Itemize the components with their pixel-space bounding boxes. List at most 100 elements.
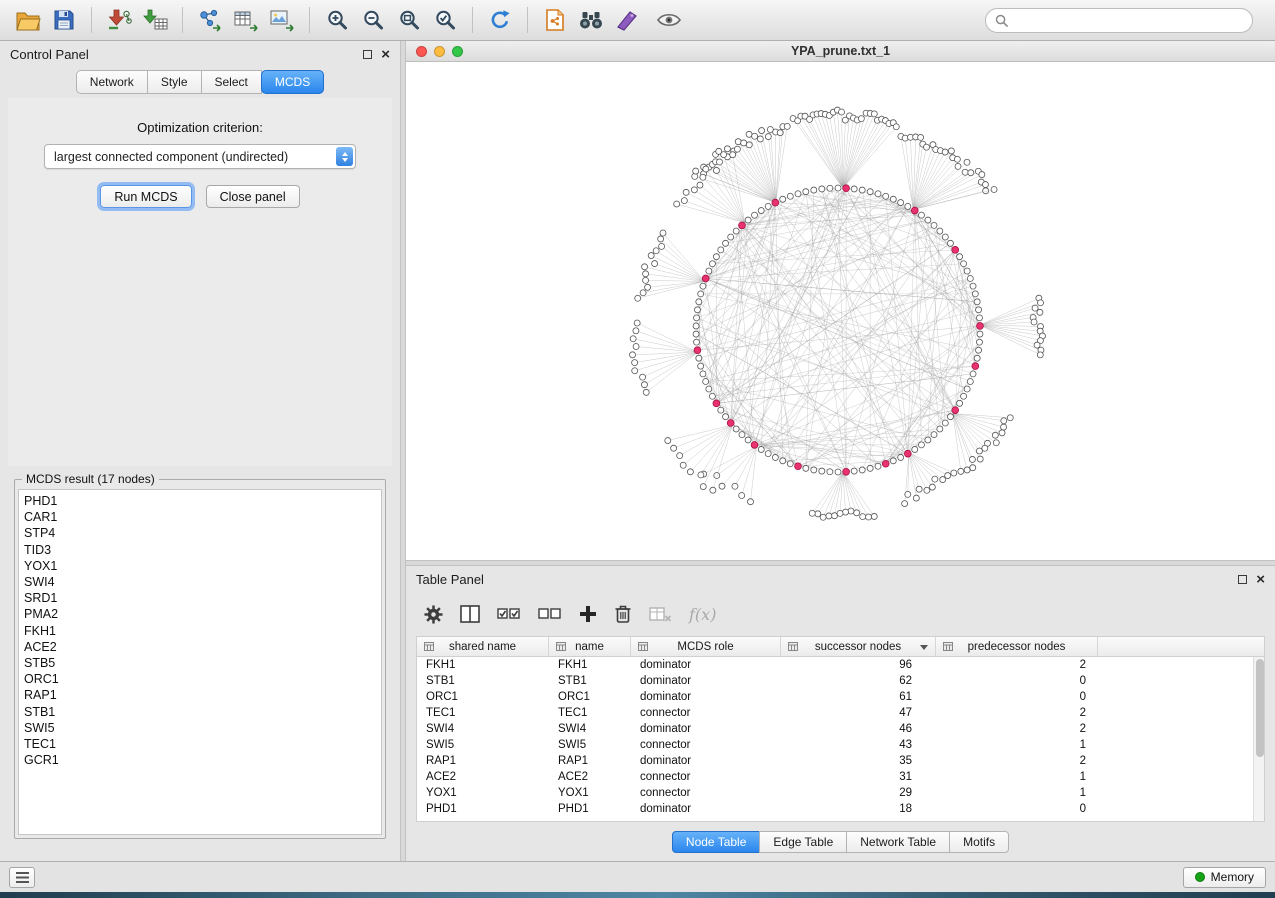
network-node[interactable] bbox=[964, 467, 970, 473]
network-node[interactable] bbox=[1031, 319, 1037, 325]
mcds-result-item[interactable]: TEC1 bbox=[24, 736, 376, 752]
table-row[interactable]: STB1STB1dominator620 bbox=[417, 673, 1253, 689]
column-header-predecessor-nodes[interactable]: predecessor nodes bbox=[936, 637, 1098, 656]
network-node[interactable] bbox=[819, 468, 825, 474]
table-row[interactable]: ACE2ACE2connector311 bbox=[417, 769, 1253, 785]
mcds-hub-node[interactable] bbox=[911, 207, 918, 214]
network-node[interactable] bbox=[974, 299, 980, 305]
network-node[interactable] bbox=[820, 514, 826, 520]
network-node[interactable] bbox=[700, 283, 706, 289]
network-node[interactable] bbox=[924, 144, 930, 150]
mcds-result-item[interactable]: CAR1 bbox=[24, 509, 376, 525]
paint-style-button[interactable] bbox=[609, 3, 645, 37]
network-node[interactable] bbox=[681, 198, 687, 204]
float-panel-icon[interactable] bbox=[363, 50, 372, 59]
network-node[interactable] bbox=[758, 446, 764, 452]
network-node[interactable] bbox=[999, 430, 1005, 436]
mcds-hub-node[interactable] bbox=[739, 222, 746, 229]
network-node[interactable] bbox=[854, 510, 860, 516]
network-node[interactable] bbox=[680, 462, 686, 468]
network-node[interactable] bbox=[745, 437, 751, 443]
network-node[interactable] bbox=[665, 438, 671, 444]
network-node[interactable] bbox=[974, 355, 980, 361]
network-node[interactable] bbox=[918, 134, 924, 140]
network-node[interactable] bbox=[732, 483, 738, 489]
network-node[interactable] bbox=[890, 458, 896, 464]
task-history-button[interactable] bbox=[9, 867, 35, 888]
mcds-result-item[interactable]: SWI4 bbox=[24, 574, 376, 590]
network-node[interactable] bbox=[634, 320, 640, 326]
network-node[interactable] bbox=[677, 453, 683, 459]
zoom-in-button[interactable] bbox=[319, 3, 355, 37]
memory-button[interactable]: Memory bbox=[1183, 867, 1266, 888]
tab-network-table[interactable]: Network Table bbox=[846, 831, 950, 853]
network-node[interactable] bbox=[967, 379, 973, 385]
network-node[interactable] bbox=[632, 360, 638, 366]
network-node[interactable] bbox=[826, 513, 832, 519]
network-node[interactable] bbox=[977, 331, 983, 337]
mcds-result-item[interactable]: GCR1 bbox=[24, 752, 376, 768]
network-node[interactable] bbox=[696, 355, 702, 361]
network-node[interactable] bbox=[706, 386, 712, 392]
tab-select[interactable]: Select bbox=[201, 70, 262, 94]
network-node[interactable] bbox=[916, 486, 922, 492]
mcds-hub-node[interactable] bbox=[751, 441, 758, 448]
network-node[interactable] bbox=[718, 247, 724, 253]
network-node[interactable] bbox=[724, 146, 730, 152]
first-neighbors-button[interactable] bbox=[573, 3, 609, 37]
network-node[interactable] bbox=[765, 203, 771, 209]
network-node[interactable] bbox=[787, 461, 793, 467]
network-node[interactable] bbox=[992, 432, 998, 438]
network-node[interactable] bbox=[748, 499, 754, 505]
network-node[interactable] bbox=[942, 420, 948, 426]
mcds-hub-node[interactable] bbox=[952, 246, 959, 253]
network-node[interactable] bbox=[976, 347, 982, 353]
network-node[interactable] bbox=[635, 295, 641, 301]
network-node[interactable] bbox=[765, 134, 771, 140]
network-node[interactable] bbox=[758, 208, 764, 214]
network-node[interactable] bbox=[875, 191, 881, 197]
network-node[interactable] bbox=[875, 463, 881, 469]
network-node[interactable] bbox=[713, 254, 719, 260]
mcds-result-item[interactable]: STP4 bbox=[24, 525, 376, 541]
mcds-hub-node[interactable] bbox=[882, 460, 889, 467]
network-node[interactable] bbox=[696, 299, 702, 305]
network-node[interactable] bbox=[745, 217, 751, 223]
mcds-result-item[interactable]: SRD1 bbox=[24, 590, 376, 606]
network-node[interactable] bbox=[976, 307, 982, 313]
network-node[interactable] bbox=[858, 116, 864, 122]
mcds-result-item[interactable]: RAP1 bbox=[24, 687, 376, 703]
network-node[interactable] bbox=[827, 185, 833, 191]
network-node[interactable] bbox=[693, 323, 699, 329]
float-table-panel-icon[interactable] bbox=[1238, 575, 1247, 584]
network-node[interactable] bbox=[913, 495, 919, 501]
network-node[interactable] bbox=[632, 368, 638, 374]
mcds-result-item[interactable]: SWI5 bbox=[24, 720, 376, 736]
zoom-fit-button[interactable] bbox=[391, 3, 427, 37]
network-node[interactable] bbox=[803, 465, 809, 471]
network-node[interactable] bbox=[784, 123, 790, 129]
tab-edge-table[interactable]: Edge Table bbox=[759, 831, 847, 853]
network-node[interactable] bbox=[811, 467, 817, 473]
network-node[interactable] bbox=[653, 248, 659, 254]
network-node[interactable] bbox=[947, 240, 953, 246]
network-node[interactable] bbox=[972, 291, 978, 297]
network-node[interactable] bbox=[898, 200, 904, 206]
network-node[interactable] bbox=[698, 472, 704, 478]
network-node[interactable] bbox=[803, 189, 809, 195]
network-node[interactable] bbox=[700, 371, 706, 377]
network-node[interactable] bbox=[719, 483, 725, 489]
deselect-all-button[interactable] bbox=[538, 606, 562, 622]
network-node[interactable] bbox=[780, 458, 786, 464]
network-node[interactable] bbox=[932, 476, 938, 482]
tab-motifs[interactable]: Motifs bbox=[949, 831, 1009, 853]
zoom-selected-button[interactable] bbox=[427, 3, 463, 37]
network-graph[interactable] bbox=[406, 62, 1275, 560]
network-node[interactable] bbox=[698, 363, 704, 369]
mcds-hub-node[interactable] bbox=[795, 463, 802, 470]
table-scrollbar[interactable] bbox=[1253, 657, 1264, 821]
network-node[interactable] bbox=[643, 277, 649, 283]
mcds-hub-node[interactable] bbox=[702, 275, 709, 282]
mcds-result-item[interactable]: TID3 bbox=[24, 542, 376, 558]
network-node[interactable] bbox=[871, 111, 877, 117]
